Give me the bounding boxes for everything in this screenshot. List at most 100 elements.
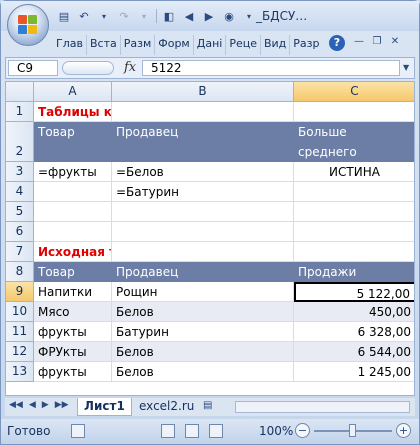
column-header-c[interactable]: C	[294, 82, 414, 102]
tab-view[interactable]: Вид	[261, 35, 291, 55]
cell-c12[interactable]: 6 544,00	[294, 342, 414, 362]
row-header[interactable]: 11	[6, 322, 34, 342]
tab-home[interactable]: Глав	[53, 35, 87, 55]
row-header[interactable]: 9	[6, 282, 34, 302]
tab-data[interactable]: Дані	[194, 35, 227, 55]
zoom-in-button[interactable]: +	[396, 423, 411, 438]
row-header[interactable]: 1	[6, 102, 34, 122]
prev-sheet-icon[interactable]: ◀	[29, 400, 36, 410]
cell-a8[interactable]: Товар	[34, 262, 112, 282]
cell-a4[interactable]	[34, 182, 112, 202]
zoom-level[interactable]: 100%	[259, 424, 293, 438]
zoom-slider-thumb[interactable]	[349, 424, 356, 437]
cell-c11[interactable]: 6 328,00	[294, 322, 414, 342]
expand-formula-bar-icon[interactable]: ▼	[403, 63, 409, 72]
tab-developer[interactable]: Разр	[290, 35, 322, 55]
formula-input[interactable]: 5122	[142, 60, 400, 76]
cell-a12[interactable]: ФРУкты	[34, 342, 112, 362]
formula-bar-resize-handle[interactable]	[62, 61, 114, 75]
cell-b1[interactable]	[112, 102, 294, 122]
cell-c13[interactable]: 1 245,00	[294, 362, 414, 382]
customize-toolbar-icon[interactable]: ▾	[241, 8, 257, 24]
insert-sheet-icon[interactable]: ▤	[203, 400, 221, 414]
cell-a11[interactable]: фрукты	[34, 322, 112, 342]
redo-dropdown-icon[interactable]: ▾	[136, 8, 152, 24]
close-icon[interactable]: ✕	[389, 36, 401, 48]
help-icon[interactable]: ?	[329, 35, 345, 51]
cell-c7[interactable]	[294, 242, 414, 262]
last-sheet-icon[interactable]: ▶▶	[55, 400, 69, 410]
restore-icon[interactable]: ❐	[371, 36, 383, 48]
cell-a7[interactable]: Исходная таблица	[34, 242, 112, 262]
row-header[interactable]: 7	[6, 242, 34, 262]
select-all-corner[interactable]	[6, 82, 34, 102]
cell-b12[interactable]: Белов	[112, 342, 294, 362]
tab-insert[interactable]: Вста	[87, 35, 121, 55]
cell-a3[interactable]: =фрукты	[34, 162, 112, 182]
minimize-icon[interactable]: —	[353, 36, 365, 48]
row-header[interactable]: 4	[6, 182, 34, 202]
undo-dropdown-icon[interactable]: ▾	[96, 8, 112, 24]
row-header[interactable]: 10	[6, 302, 34, 322]
cell-c8[interactable]: Продажи	[294, 262, 414, 282]
save-icon[interactable]: ▤	[56, 8, 72, 24]
back-icon[interactable]: ◀	[181, 8, 197, 24]
cell-c2[interactable]: Больше среднего	[294, 122, 414, 162]
first-sheet-icon[interactable]: ◀◀	[9, 400, 23, 410]
cell-c6[interactable]	[294, 222, 414, 242]
cell-b3[interactable]: =Белов	[112, 162, 294, 182]
cell-a1[interactable]: Таблицы критериев	[34, 102, 112, 122]
horizontal-scrollbar[interactable]	[235, 401, 410, 413]
cell-b13[interactable]: Белов	[112, 362, 294, 382]
cell-c10[interactable]: 450,00	[294, 302, 414, 322]
column-header-a[interactable]: A	[34, 82, 112, 102]
cell-a9[interactable]: Напитки	[34, 282, 112, 302]
next-sheet-icon[interactable]: ▶	[42, 400, 49, 410]
cell-c3[interactable]: ИСТИНА	[294, 162, 414, 182]
cell-c4[interactable]	[294, 182, 414, 202]
cell-b8[interactable]: Продавец	[112, 262, 294, 282]
page-break-view-icon[interactable]	[209, 424, 223, 438]
cell-b9[interactable]: Рощин	[112, 282, 294, 302]
cell-b6[interactable]	[112, 222, 294, 242]
normal-view-icon[interactable]	[161, 424, 175, 438]
row-header[interactable]: 5	[6, 202, 34, 222]
macro-record-icon[interactable]	[71, 424, 85, 438]
page-layout-view-icon[interactable]	[185, 424, 199, 438]
office-button[interactable]	[7, 4, 49, 46]
row-header[interactable]: 2	[6, 122, 34, 162]
cell-a10[interactable]: Мясо	[34, 302, 112, 322]
row-header[interactable]: 6	[6, 222, 34, 242]
cell-b4[interactable]: =Батурин	[112, 182, 294, 202]
sheet-tab-excel2[interactable]: excel2.ru	[133, 398, 200, 416]
cell-b7[interactable]	[112, 242, 294, 262]
row-header[interactable]: 12	[6, 342, 34, 362]
row-header[interactable]: 8	[6, 262, 34, 282]
undo-icon[interactable]: ↶	[76, 8, 92, 24]
name-box[interactable]: C9	[8, 60, 58, 76]
column-header-b[interactable]: B	[112, 82, 294, 102]
forward-icon[interactable]: ▶	[201, 8, 217, 24]
cell-a13[interactable]: фрукты	[34, 362, 112, 382]
sheet-tab-list1[interactable]: Лист1	[77, 398, 132, 416]
row-header[interactable]: 3	[6, 162, 34, 182]
cell-b10[interactable]: Белов	[112, 302, 294, 322]
insert-function-icon[interactable]: fx	[124, 60, 136, 75]
cell-a6[interactable]	[34, 222, 112, 242]
cell-c9[interactable]: 5 122,00	[294, 282, 414, 302]
tab-formulas[interactable]: Форм	[155, 35, 194, 55]
print-preview-icon[interactable]: ◧	[161, 8, 177, 24]
tab-page-layout[interactable]: Разм	[121, 35, 156, 55]
tab-review[interactable]: Реце	[226, 35, 261, 55]
zoom-out-button[interactable]: −	[295, 423, 310, 438]
redo-icon[interactable]: ↷	[116, 8, 132, 24]
cell-b2[interactable]: Продавец	[112, 122, 294, 162]
cell-a2[interactable]: Товар	[34, 122, 112, 162]
cell-b5[interactable]	[112, 202, 294, 222]
cell-c5[interactable]	[294, 202, 414, 222]
cell-a5[interactable]	[34, 202, 112, 222]
row-header[interactable]: 13	[6, 362, 34, 382]
cell-b11[interactable]: Батурин	[112, 322, 294, 342]
record-icon[interactable]: ◉	[221, 8, 237, 24]
cell-c1[interactable]	[294, 102, 414, 122]
